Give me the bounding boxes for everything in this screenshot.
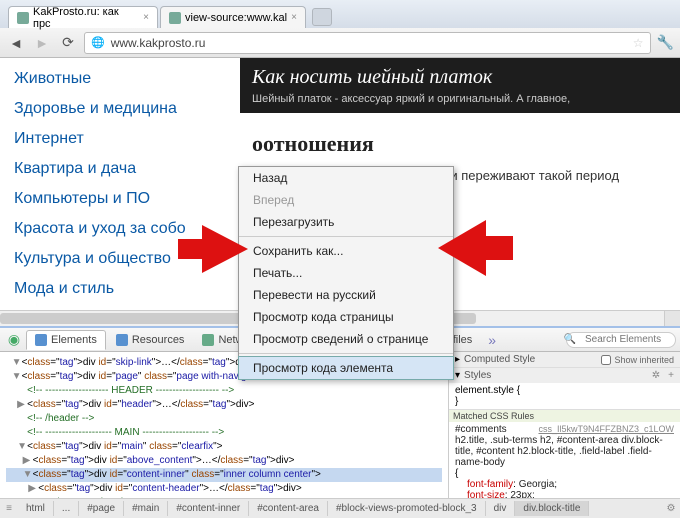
context-menu-item[interactable]: Печать... <box>239 262 453 284</box>
banner-subtitle: Шейный платок - аксессуар яркий и оригин… <box>252 93 668 105</box>
annotation-arrow-left <box>178 219 248 279</box>
sidebar-link[interactable]: Интернет <box>14 124 226 154</box>
sidebar-link[interactable]: Компьютеры и ПО <box>14 184 226 214</box>
address-bar: ◄ ► ⟳ 🌐 www.kakprosto.ru ☆ 🔧 <box>0 28 680 58</box>
article-banner: Как носить шейный платок Шейный платок -… <box>240 58 680 113</box>
rule-source-link[interactable]: css_Il5kwT9N4FFZBNZ3_c1LOW <box>538 424 674 434</box>
network-icon <box>202 334 214 346</box>
favicon <box>17 12 29 24</box>
back-button[interactable]: ◄ <box>6 33 26 53</box>
devtools-breadcrumbs: ≡ html...#page#main#content-inner#conten… <box>0 498 680 518</box>
context-menu-item: Вперед <box>239 189 453 211</box>
url-input[interactable]: 🌐 www.kakprosto.ru ☆ <box>84 32 651 54</box>
gear-icon[interactable]: ✲ <box>652 370 660 381</box>
favicon <box>169 12 181 24</box>
dom-node[interactable]: ▶<class="tag">div id="content-header">…<… <box>6 482 442 496</box>
article-title: оотношения <box>252 131 668 157</box>
context-menu-item[interactable]: Просмотр сведений о странице <box>239 328 453 350</box>
dom-node[interactable]: ▼<class="tag">div id="main" class="clear… <box>6 440 442 454</box>
scrollbar-right-button[interactable] <box>664 311 680 326</box>
dom-node[interactable]: ▶<class="tag">div id="header">…</class="… <box>6 398 442 412</box>
computed-style-header[interactable]: ▸ Computed Style Show inherited <box>449 352 680 367</box>
breadcrumb-item[interactable]: div.block-title <box>515 501 589 516</box>
breadcrumb-item[interactable]: #content-inner <box>168 501 249 516</box>
breadcrumb-item[interactable]: #content-area <box>249 501 328 516</box>
chevron-right-icon: ▸ <box>455 354 460 365</box>
devtools-search-input[interactable] <box>566 332 676 348</box>
element-style-rule[interactable]: element.style { } <box>449 383 680 409</box>
browser-tab-0[interactable]: KakProsto.ru: как прс × <box>8 6 158 28</box>
context-menu-item[interactable]: Сохранить как... <box>239 240 453 262</box>
globe-icon: 🌐 <box>91 36 105 49</box>
context-menu-item[interactable]: Назад <box>239 167 453 189</box>
devtools-settings-icon[interactable]: ⚙ <box>662 503 680 514</box>
context-menu-item[interactable]: Перезагрузить <box>239 211 453 233</box>
breadcrumb-item[interactable]: html <box>18 501 54 516</box>
page-viewport: Животные Здоровье и медицина Интернет Кв… <box>0 58 680 310</box>
breadcrumb-item[interactable]: #main <box>124 501 168 516</box>
dom-node[interactable]: <!-- -------------------- MAIN ---------… <box>6 426 442 440</box>
devtools-styles-pane: ▸ Computed Style Show inherited ▾ Styles… <box>448 352 680 498</box>
tab-title: view-source:www.kal <box>185 12 287 24</box>
devtools-search: 🔍 <box>550 332 676 348</box>
dom-node[interactable]: <!-- ------------------- HEADER --------… <box>6 384 442 398</box>
devtools-tab-resources[interactable]: Resources <box>108 331 193 349</box>
breadcrumb-item[interactable]: div <box>486 501 516 516</box>
context-menu-item[interactable]: Перевести на русский <box>239 284 453 306</box>
browser-tab-1[interactable]: view-source:www.kal × <box>160 6 306 28</box>
add-rule-icon[interactable]: + <box>668 370 674 381</box>
browser-tab-strip: KakProsto.ru: как прс × view-source:www.… <box>0 0 680 28</box>
dom-node[interactable]: ▼<class="tag">div id="content-inner" cla… <box>6 468 442 482</box>
dom-node[interactable]: <!-- /header --> <box>6 412 442 426</box>
devtools-dock-icon[interactable]: ◉ <box>4 330 24 350</box>
css-property[interactable]: font-size: 23px; <box>455 490 674 498</box>
close-icon[interactable]: × <box>143 12 149 23</box>
search-icon: 🔍 <box>564 334 576 345</box>
context-menu: НазадВпередПерезагрузить Сохранить как...… <box>238 166 454 380</box>
devtools-options-icon[interactable]: ≡ <box>0 503 18 514</box>
breadcrumb-item[interactable]: #block-views-promoted-block_3 <box>328 501 486 516</box>
reload-button[interactable]: ⟳ <box>58 33 78 53</box>
annotation-arrow-right <box>438 216 513 280</box>
css-property[interactable]: font-family: Georgia; <box>455 479 674 490</box>
tab-title: KakProsto.ru: как прс <box>33 6 139 30</box>
sidebar-link[interactable]: Животные <box>14 64 226 94</box>
devtools-tab-elements[interactable]: Elements <box>26 330 106 350</box>
chevron-down-icon: ▾ <box>455 370 460 381</box>
elements-icon <box>35 334 47 346</box>
matched-rules-label: Matched CSS Rules <box>449 410 680 422</box>
dom-node[interactable]: ▶<class="tag">div id="above_content">…</… <box>6 454 442 468</box>
devtools-overflow-icon[interactable]: » <box>488 332 496 348</box>
forward-button[interactable]: ► <box>32 33 52 53</box>
context-menu-item[interactable]: Просмотр кода элемента <box>238 356 454 380</box>
show-inherited-checkbox[interactable]: Show inherited <box>601 355 674 365</box>
context-menu-item[interactable]: Просмотр кода страницы <box>239 306 453 328</box>
css-rule[interactable]: css_Il5kwT9N4FFZBNZ3_c1LOW #comments h2.… <box>449 422 680 498</box>
new-tab-button[interactable] <box>312 8 332 26</box>
sidebar-link[interactable]: Здоровье и медицина <box>14 94 226 124</box>
banner-title: Как носить шейный платок <box>252 66 668 89</box>
resources-icon <box>116 334 128 346</box>
close-icon[interactable]: × <box>291 12 297 23</box>
url-text: www.kakprosto.ru <box>111 36 206 50</box>
breadcrumb-item[interactable]: ... <box>54 501 79 516</box>
breadcrumb-item[interactable]: #page <box>79 501 124 516</box>
wrench-menu-icon[interactable]: 🔧 <box>657 34 674 51</box>
bookmark-star-icon[interactable]: ☆ <box>633 36 644 50</box>
styles-section-header[interactable]: ▾ Styles ✲ + <box>449 368 680 383</box>
sidebar-link[interactable]: Квартира и дача <box>14 154 226 184</box>
